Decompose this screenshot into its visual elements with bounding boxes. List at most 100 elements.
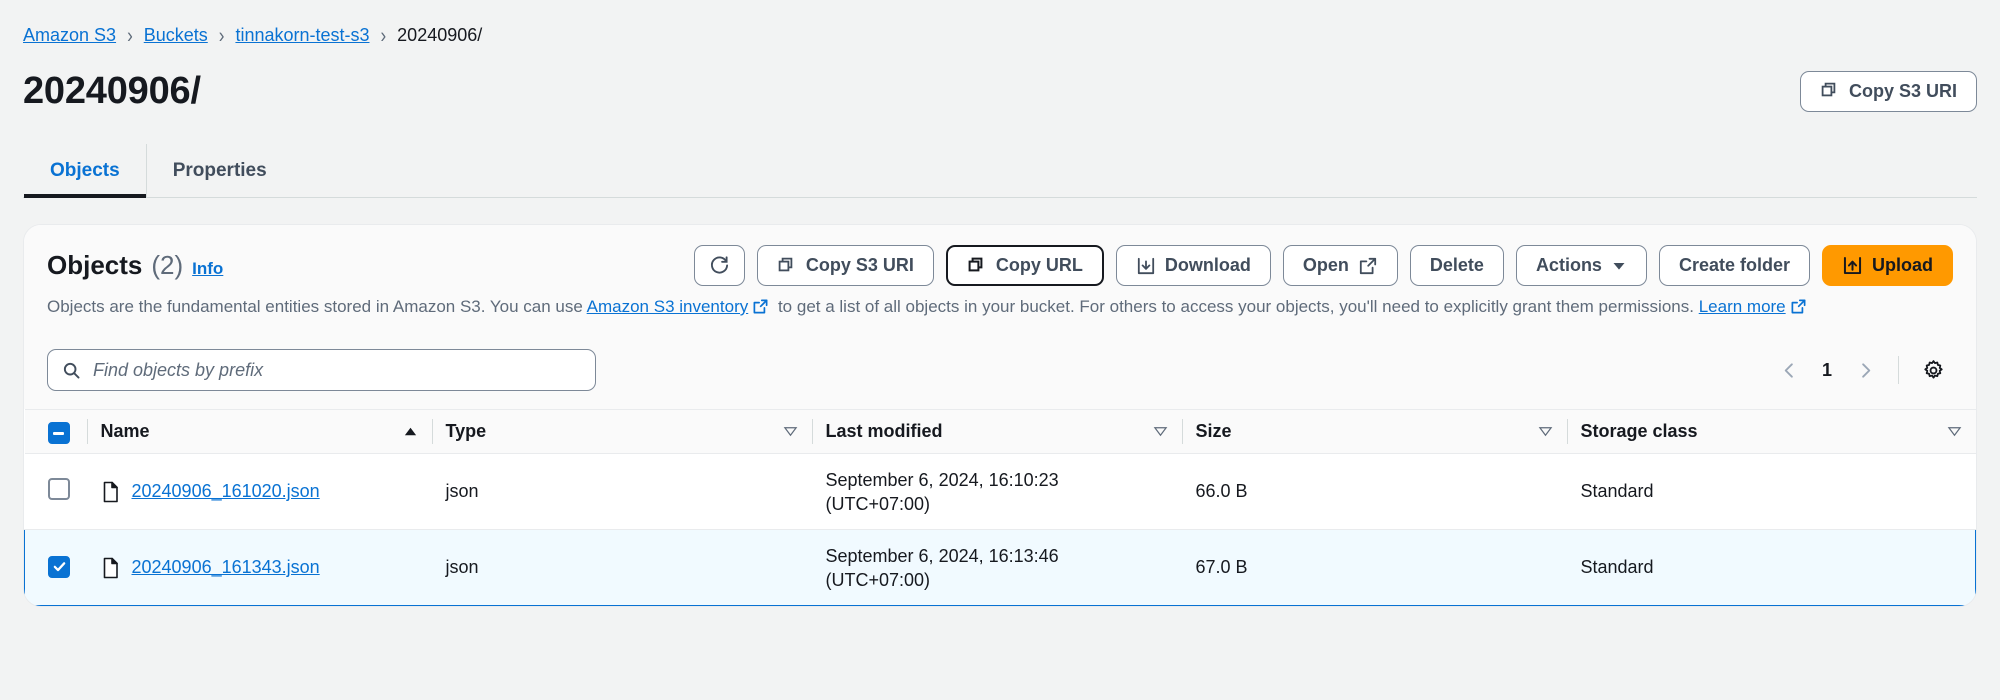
page-title: 20240906/ bbox=[23, 70, 201, 112]
download-button-label: Download bbox=[1164, 255, 1251, 275]
objects-heading-label: Objects bbox=[47, 250, 143, 280]
row-last-modified-timezone: (UTC+07:00) bbox=[825, 493, 931, 514]
external-link-icon bbox=[1790, 298, 1807, 315]
search-objects-box[interactable]: Find objects by prefix bbox=[47, 349, 596, 391]
pagination-divider bbox=[1898, 356, 1899, 384]
sort-icon bbox=[1947, 424, 1962, 439]
row-size-cell: 67.0 B bbox=[1181, 529, 1567, 606]
breadcrumb-item-buckets[interactable]: Buckets bbox=[144, 24, 208, 46]
create-folder-button[interactable]: Create folder bbox=[1658, 245, 1810, 286]
row-last-modified-timezone: (UTC+07:00) bbox=[825, 569, 931, 590]
tab-properties[interactable]: Properties bbox=[145, 144, 293, 197]
objects-heading: Objects (2) Info bbox=[47, 250, 223, 281]
tab-objects[interactable]: Objects bbox=[23, 144, 146, 198]
table-header-row: Name Type Last modified Size Storage cla… bbox=[24, 409, 1976, 454]
row-last-modified-date: September 6, 2024, 16:10:23 bbox=[825, 469, 1059, 490]
objects-filter-row: Find objects by prefix 1 bbox=[24, 335, 1976, 409]
column-header-last-modified[interactable]: Last modified bbox=[811, 409, 1182, 454]
copy-url-button[interactable]: Copy URL bbox=[945, 245, 1104, 286]
objects-panel: Objects (2) Info Copy S3 URI Copy URL Do… bbox=[23, 224, 1977, 607]
copy-icon bbox=[1820, 81, 1840, 101]
create-folder-button-label: Create folder bbox=[1678, 255, 1790, 275]
actions-dropdown-button[interactable]: Actions bbox=[1515, 245, 1647, 286]
row-type-cell: json bbox=[431, 529, 812, 606]
row-last-modified-cell: September 6, 2024, 16:10:23 (UTC+07:00) bbox=[811, 453, 1182, 530]
select-all-header bbox=[24, 409, 87, 454]
copy-s3-uri-toolbar-button[interactable]: Copy S3 URI bbox=[756, 245, 934, 286]
breadcrumb-item-current: 20240906/ bbox=[397, 25, 483, 45]
row-storage-class-cell: Standard bbox=[1566, 529, 1976, 606]
row-storage-class-cell: Standard bbox=[1566, 453, 1976, 530]
sort-ascending-icon bbox=[403, 424, 418, 439]
tab-properties-label: Properties bbox=[172, 159, 267, 181]
row-select-cell bbox=[24, 529, 87, 606]
row-type-cell: json bbox=[431, 453, 812, 530]
gear-icon[interactable] bbox=[1913, 350, 1953, 390]
breadcrumb-separator-icon: › bbox=[218, 23, 225, 47]
search-input[interactable]: Find objects by prefix bbox=[93, 360, 263, 381]
breadcrumb-item-bucket[interactable]: tinnakorn-test-s3 bbox=[235, 24, 369, 46]
pagination-prev-button[interactable] bbox=[1770, 351, 1808, 389]
objects-count: (2) bbox=[151, 250, 184, 280]
learn-more-link[interactable]: Learn more bbox=[1699, 297, 1786, 316]
upload-button[interactable]: Upload bbox=[1822, 245, 1953, 286]
column-header-type[interactable]: Type bbox=[431, 409, 812, 454]
object-name-link[interactable]: 20240906_161020.json bbox=[132, 481, 320, 502]
row-last-modified-date: September 6, 2024, 16:13:46 bbox=[825, 545, 1059, 566]
external-link-icon bbox=[1358, 256, 1378, 276]
external-link-icon bbox=[752, 298, 769, 315]
breadcrumb-item-amazon-s3[interactable]: Amazon S3 bbox=[23, 24, 116, 46]
delete-button[interactable]: Delete bbox=[1409, 245, 1504, 286]
file-icon bbox=[101, 557, 120, 579]
objects-table: Name Type Last modified Size Storage cla… bbox=[24, 409, 1976, 606]
amazon-s3-inventory-link[interactable]: Amazon S3 inventory bbox=[587, 297, 749, 316]
object-name-link[interactable]: 20240906_161343.json bbox=[132, 557, 320, 578]
tab-bar: Objects Properties bbox=[23, 144, 1977, 198]
refresh-icon bbox=[709, 255, 730, 276]
objects-panel-header: Objects (2) Info Copy S3 URI Copy URL Do… bbox=[24, 225, 1976, 335]
row-select-cell bbox=[24, 453, 87, 530]
tab-objects-label: Objects bbox=[50, 159, 120, 181]
copy-s3-uri-button[interactable]: Copy S3 URI bbox=[1799, 70, 1977, 112]
indeterminate-dash-icon bbox=[53, 431, 64, 435]
row-name-cell: 20240906_161343.json bbox=[86, 529, 432, 606]
breadcrumb-separator-icon: › bbox=[380, 23, 387, 47]
pagination-next-button[interactable] bbox=[1846, 351, 1884, 389]
download-button[interactable]: Download bbox=[1115, 245, 1271, 286]
page-header: 20240906/ Copy S3 URI bbox=[0, 46, 2000, 114]
select-all-checkbox[interactable] bbox=[47, 422, 70, 445]
table-row[interactable]: 20240906_161343.json json September 6, 2… bbox=[24, 529, 1976, 606]
column-header-name[interactable]: Name bbox=[86, 409, 432, 454]
column-header-size[interactable]: Size bbox=[1181, 409, 1567, 454]
pagination: 1 bbox=[1770, 350, 1953, 390]
download-icon bbox=[1136, 256, 1156, 276]
objects-table-head: Name Type Last modified Size Storage cla… bbox=[24, 409, 1976, 454]
column-header-storage-class[interactable]: Storage class bbox=[1566, 409, 1976, 454]
column-header-type-label: Type bbox=[445, 421, 487, 441]
chevron-down-icon bbox=[1611, 258, 1627, 274]
open-button[interactable]: Open bbox=[1282, 245, 1398, 286]
column-header-size-label: Size bbox=[1195, 421, 1232, 441]
description-text-2: to get a list of all objects in your buc… bbox=[773, 297, 1699, 316]
row-size-cell: 66.0 B bbox=[1181, 453, 1567, 530]
info-link[interactable]: Info bbox=[192, 259, 223, 279]
column-header-storage-class-label: Storage class bbox=[1580, 421, 1698, 441]
breadcrumb: Amazon S3 › Buckets › tinnakorn-test-s3 … bbox=[0, 0, 2000, 46]
objects-toolbar: Copy S3 URI Copy URL Download Open Delet… bbox=[693, 245, 1953, 286]
row-checkbox[interactable] bbox=[48, 555, 70, 578]
copy-url-button-label: Copy URL bbox=[995, 255, 1083, 275]
row-checkbox[interactable] bbox=[47, 478, 70, 500]
objects-panel-description: Objects are the fundamental entities sto… bbox=[47, 296, 1953, 318]
upload-icon bbox=[1842, 255, 1863, 276]
table-row[interactable]: 20240906_161020.json json September 6, 2… bbox=[24, 453, 1976, 530]
row-name-cell: 20240906_161020.json bbox=[86, 453, 432, 530]
copy-s3-uri-toolbar-label: Copy S3 URI bbox=[805, 255, 914, 275]
refresh-button[interactable] bbox=[693, 245, 745, 286]
copy-icon bbox=[967, 256, 987, 276]
description-text-1: Objects are the fundamental entities sto… bbox=[47, 297, 587, 316]
pagination-page-1[interactable]: 1 bbox=[1812, 360, 1842, 381]
sort-icon bbox=[1153, 424, 1168, 439]
upload-button-label: Upload bbox=[1872, 255, 1933, 275]
file-icon bbox=[101, 481, 120, 503]
column-header-last-modified-label: Last modified bbox=[825, 421, 943, 441]
